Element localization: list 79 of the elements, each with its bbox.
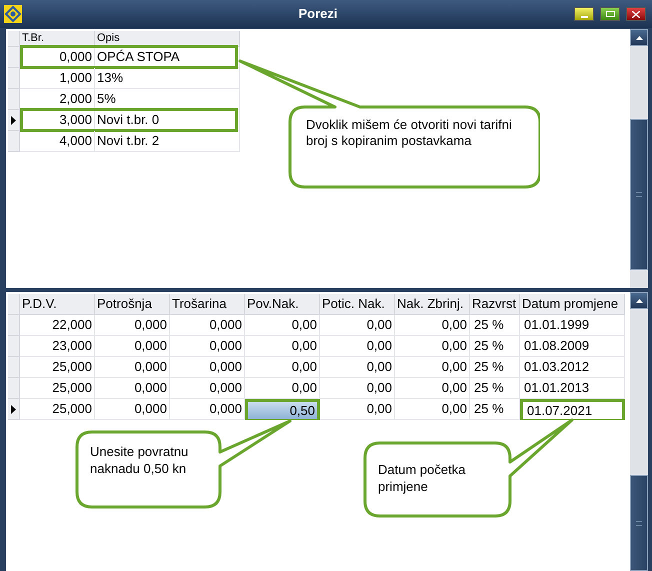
column-header[interactable]: Potic. Nak. <box>320 294 395 315</box>
column-header[interactable]: P.D.V. <box>20 294 95 315</box>
table-cell: 3,000 <box>20 110 95 131</box>
table-cell: 0,000 <box>95 378 170 399</box>
table-cell: 25,000 <box>20 378 95 399</box>
table-cell: 0,00 <box>395 399 470 420</box>
scroll-thumb[interactable] <box>630 119 648 270</box>
table-cell: 0,00 <box>320 399 395 420</box>
minimize-button[interactable] <box>574 7 594 21</box>
table-cell: 01.07.2021 <box>520 399 625 420</box>
scrollbar[interactable] <box>630 292 648 571</box>
indicator-header <box>8 294 20 315</box>
scrollbar[interactable] <box>630 29 648 288</box>
row-pointer-icon <box>11 404 16 414</box>
table-cell: 25 % <box>470 357 520 378</box>
table-cell: 0,00 <box>245 336 320 357</box>
window-title: Porezi <box>298 5 338 24</box>
row-indicator[interactable] <box>8 110 20 131</box>
table-cell: 01.08.2009 <box>520 336 625 357</box>
table-cell: 25,000 <box>20 399 95 420</box>
table-cell: 0,00 <box>320 357 395 378</box>
table-cell: 0,000 <box>95 315 170 336</box>
column-header[interactable]: Trošarina <box>170 294 245 315</box>
table-cell: 25 % <box>470 336 520 357</box>
table-cell: 23,000 <box>20 336 95 357</box>
scroll-up-button[interactable] <box>630 29 648 46</box>
up-arrow-icon <box>636 298 642 302</box>
table-cell: 22,000 <box>20 315 95 336</box>
close-icon <box>632 10 640 18</box>
table-cell: 25 % <box>470 399 520 420</box>
column-header[interactable]: Nak. Zbrinj. <box>395 294 470 315</box>
maximize-icon <box>606 11 614 17</box>
table-cell: 0,000 <box>95 357 170 378</box>
table-cell: Novi t.br. 2 <box>95 131 240 152</box>
column-header[interactable]: Pov.Nak. <box>245 294 320 315</box>
table-cell: 4,000 <box>20 131 95 152</box>
table-cell: 0,000 <box>20 47 95 68</box>
scroll-thumb[interactable] <box>630 475 648 571</box>
table-cell: 01.03.2012 <box>520 357 625 378</box>
app-logo-icon <box>4 5 22 23</box>
table-cell: 13% <box>95 68 240 89</box>
table-cell: 01.01.1999 <box>520 315 625 336</box>
table-cell: 0,00 <box>245 315 320 336</box>
indicator-header <box>8 31 20 47</box>
table-cell: 0,00 <box>245 357 320 378</box>
table-cell: 25 % <box>470 378 520 399</box>
table-cell: 25 % <box>470 315 520 336</box>
table-cell: 0,00 <box>395 357 470 378</box>
table-cell: 1,000 <box>20 68 95 89</box>
table-cell: 2,000 <box>20 89 95 110</box>
column-header[interactable]: Datum promjene <box>520 294 625 315</box>
table-cell: 0,00 <box>395 378 470 399</box>
table-cell: 0,000 <box>170 315 245 336</box>
table-cell: 0,000 <box>95 399 170 420</box>
table-cell: 0,000 <box>170 336 245 357</box>
table-cell: 0,50 <box>245 399 320 420</box>
close-button[interactable] <box>626 7 646 21</box>
table-cell: 25,000 <box>20 357 95 378</box>
scroll-up-button[interactable] <box>630 292 648 309</box>
row-indicator[interactable] <box>8 399 20 420</box>
maximize-button[interactable] <box>600 7 620 21</box>
table-cell: 0,00 <box>320 315 395 336</box>
table-cell: 0,000 <box>95 336 170 357</box>
table-cell: 0,00 <box>395 336 470 357</box>
callout-text: Datum početka primjene <box>378 461 466 495</box>
column-header[interactable]: Razvrst <box>470 294 520 315</box>
table-cell: 0,000 <box>170 357 245 378</box>
table-cell: 0,000 <box>170 378 245 399</box>
table-cell: 0,00 <box>395 315 470 336</box>
table-cell: 01.01.2013 <box>520 378 625 399</box>
table-cell: 0,00 <box>320 336 395 357</box>
callout-text: Dvoklik mišem će otvoriti novi tarifni broj s kopiranim postavkama <box>306 117 513 149</box>
table-cell: 5% <box>95 89 240 110</box>
table-cell: 0,00 <box>320 378 395 399</box>
column-header[interactable]: Potrošnja <box>95 294 170 315</box>
row-pointer-icon <box>11 116 16 124</box>
minimize-icon <box>580 16 588 18</box>
up-arrow-icon <box>636 36 642 40</box>
callout-text: Unesite povratnu naknadu 0,50 kn <box>90 443 190 477</box>
